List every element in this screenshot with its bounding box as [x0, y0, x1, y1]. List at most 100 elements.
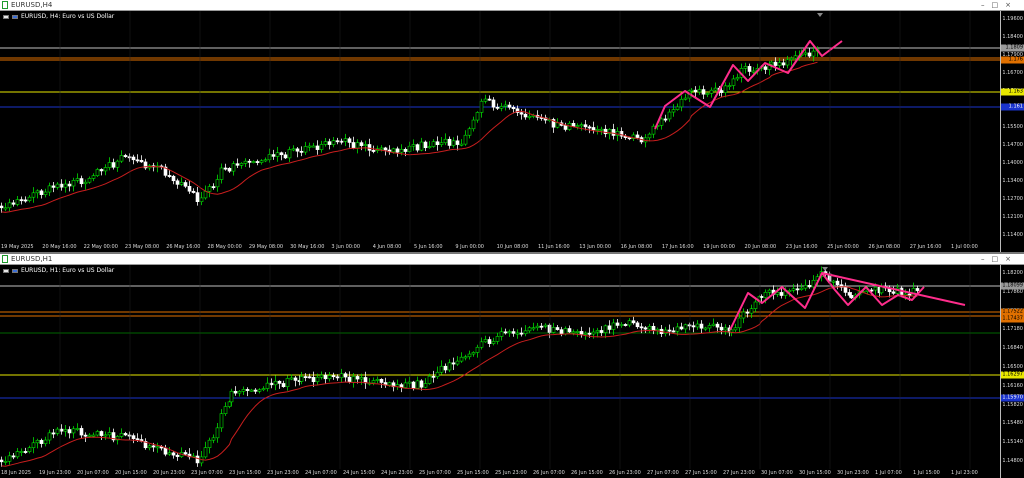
candle-body: [697, 89, 702, 93]
h4-chart-canvas[interactable]: [0, 11, 1024, 252]
time-tick-label: 25 Jun 00:00: [827, 244, 859, 250]
candle-body: [495, 336, 500, 342]
candle-body: [203, 447, 208, 458]
candle-body: [259, 160, 264, 163]
h1-window-titlebar[interactable]: EURUSD,H1 –□×: [0, 254, 1024, 265]
candle-body: [59, 428, 64, 432]
candle-body: [679, 98, 684, 108]
candle-body: [407, 145, 412, 152]
candle-body: [167, 175, 172, 177]
candle-body: [737, 317, 742, 329]
candle-body: [269, 382, 274, 386]
candle-body: [479, 100, 484, 113]
candle-body: [651, 325, 656, 331]
candle-body: [211, 437, 216, 441]
candle-body: [803, 285, 808, 289]
candle-body: [63, 183, 68, 188]
candle-body: [99, 169, 104, 172]
candle-body: [623, 324, 628, 326]
h1-chart-area[interactable]: EURUSD, H1: Euro vs US Dollar 1.18200 1.1…: [0, 265, 1024, 478]
time-tick-label: 18 Jun 2025: [1, 470, 32, 476]
candle-body: [403, 149, 408, 152]
white-level-price-box: 1.1809: [1001, 44, 1024, 52]
time-tick-label: 19 Jun 00:00: [703, 244, 735, 250]
time-tick-label: 23 Jun 16:00: [785, 244, 818, 250]
time-tick-label: 16 Jun 08:00: [620, 244, 653, 250]
candle-body: [807, 285, 812, 288]
candle-body: [675, 326, 680, 332]
price-tick-label: 1.12100: [1002, 214, 1023, 220]
time-tick-label: 24 Jun 23:00: [381, 470, 413, 476]
candle-body: [59, 183, 64, 188]
candle-body: [0, 205, 4, 209]
candle-body: [793, 55, 798, 59]
candle-body: [891, 291, 896, 294]
candle-body: [3, 460, 8, 463]
window-buttons-icon[interactable]: –□×: [981, 0, 1018, 11]
candle-body: [123, 155, 128, 157]
time-tick-label: 27 Jun 15:00: [685, 470, 717, 476]
candle-body: [281, 383, 286, 388]
candle-body: [831, 280, 836, 283]
time-tick-label: 27 Jun 23:00: [723, 470, 755, 476]
time-tick-label: 30 Jun 07:00: [761, 470, 793, 476]
price-tick-label: 1.16500: [1002, 364, 1023, 370]
orange-level-price-box: 1.17522: [1001, 308, 1024, 316]
h4-window-titlebar[interactable]: EURUSD,H4 –□×: [0, 0, 1024, 11]
time-tick-label: 30 Jun 15:00: [799, 470, 831, 476]
candle-body: [19, 451, 24, 453]
candle-body: [95, 431, 100, 436]
h4-time-scale[interactable]: 19 May 2025 20 May 16:00 22 May 00:00 23 Ma…: [0, 243, 1000, 252]
candle-body: [99, 431, 104, 436]
candle-body: [495, 106, 500, 109]
white-level-price-box: 1.18099: [1001, 282, 1024, 290]
candle-body: [683, 97, 688, 100]
h4-chart-area[interactable]: EURUSD, H4: Euro vs US Dollar 1.19600 1.1…: [0, 11, 1024, 252]
h4-price-scale[interactable]: 1.196001.184001.179001.167001.163001.159…: [1000, 11, 1024, 252]
candle-body: [715, 323, 720, 328]
candle-body: [487, 339, 492, 344]
time-tick-label: 11 Jun 16:00: [537, 244, 570, 250]
candle-body: [147, 445, 152, 449]
time-tick-label: 17 Jun 16:00: [661, 244, 694, 250]
h1-symbol-text: EURUSD, H1: Euro vs US Dollar: [21, 267, 115, 274]
candle-body: [211, 186, 216, 189]
candle-body: [443, 365, 448, 371]
candle-body: [735, 77, 740, 80]
candle-body: [315, 376, 320, 383]
candle-body: [23, 199, 28, 202]
candle-body: [171, 175, 176, 182]
candle-body: [745, 311, 750, 314]
candle-body: [379, 379, 384, 383]
candle-body: [295, 148, 300, 152]
h1-time-scale[interactable]: 18 Jun 2025 19 Jun 23:00 20 Jun 07:00 20 Ju…: [0, 469, 1000, 478]
candle-body: [523, 330, 528, 335]
candle-body: [183, 452, 188, 455]
candle-body: [263, 159, 268, 162]
h4-symbol-text: EURUSD, H4: Euro vs US Dollar: [21, 13, 115, 20]
chart-window-icon: [2, 1, 8, 9]
candle-body: [631, 320, 636, 324]
h1-price-scale[interactable]: 1.182001.178601.175201.171801.168401.165…: [1000, 265, 1024, 478]
candle-body: [331, 375, 336, 378]
candle-body: [339, 373, 344, 378]
candle-body: [639, 326, 644, 329]
h1-chart-canvas[interactable]: [0, 265, 1024, 478]
candle-body: [507, 104, 512, 108]
candle-body: [451, 140, 456, 146]
candle-body: [651, 125, 656, 135]
price-tick-label: 1.18200: [1002, 270, 1023, 276]
candle-body: [599, 128, 604, 131]
candle-body: [849, 295, 854, 299]
candle-body: [663, 118, 668, 121]
candle-body: [175, 180, 180, 185]
candle-body: [311, 145, 316, 148]
candle-body: [347, 376, 352, 383]
candle-body: [647, 325, 652, 330]
candle-body: [267, 154, 272, 161]
window-buttons-icon[interactable]: –□×: [981, 254, 1018, 265]
candle-body: [343, 138, 348, 142]
candle-body: [11, 202, 16, 205]
candle-body: [543, 324, 548, 327]
candle-body: [463, 134, 468, 145]
